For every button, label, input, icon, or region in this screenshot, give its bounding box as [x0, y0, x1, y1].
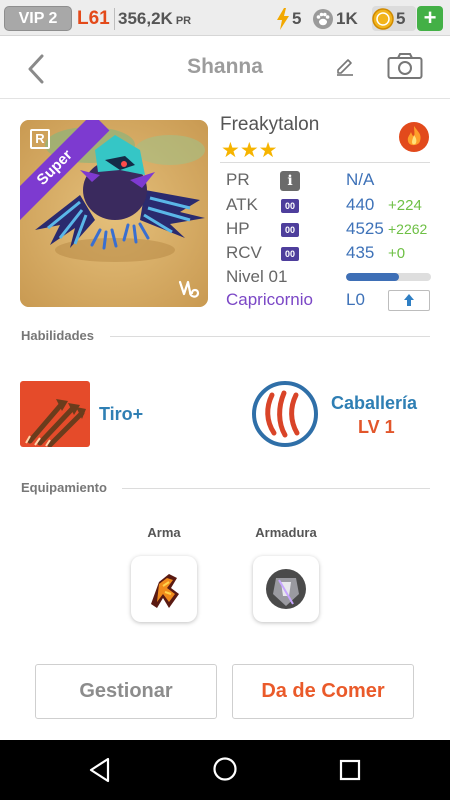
stat-label: HP [226, 219, 250, 238]
power-rating-value: 356,2K [118, 9, 173, 28]
info-icon[interactable]: i [280, 171, 300, 191]
camera-icon[interactable] [387, 52, 423, 80]
weapon-icon [151, 574, 179, 608]
star-rating: ★★★ [221, 139, 278, 162]
zodiac-level: L0 [346, 290, 365, 309]
stat-bonus: +2262 [388, 221, 428, 237]
lightning-icon [277, 7, 289, 30]
skill-level: LV 1 [358, 417, 395, 437]
energy-counter[interactable]: 5 [276, 6, 301, 31]
skill-name[interactable]: Tiro+ [99, 404, 143, 425]
stat-row-pr: PR i N/A [226, 170, 436, 194]
paw-icon [313, 8, 333, 29]
enhance-tag: 00 [281, 223, 299, 237]
arrows-icon[interactable] [20, 381, 90, 447]
nav-back-icon[interactable] [88, 757, 112, 783]
energy-value: 5 [292, 9, 302, 28]
player-level: L61 [77, 8, 110, 29]
claw-icon[interactable] [252, 381, 318, 447]
stat-value: 440 [346, 195, 375, 214]
paw-counter[interactable]: 1K [312, 6, 358, 31]
stat-row-hp: HP 00 4525 +2262 [226, 219, 436, 243]
zodiac-label[interactable]: Capricornio [226, 290, 313, 310]
upload-arrow-icon [404, 294, 414, 306]
level-progress-fill [346, 273, 399, 281]
power-rating-unit: PR [175, 15, 192, 27]
divider [122, 488, 430, 489]
fire-icon [399, 122, 429, 152]
stat-value: N/A [346, 170, 375, 189]
resource-bar: VIP 2 L61 356,2K PR 5 1K 5 + [0, 0, 450, 36]
page-header: Shanna [0, 37, 450, 99]
stat-label: RCV [226, 243, 262, 262]
stat-value: 435 [346, 243, 375, 262]
divider [114, 8, 115, 30]
equipment-section-title: Equipamiento [21, 480, 107, 495]
pet-portrait[interactable]: R Super [20, 120, 208, 307]
edit-icon[interactable] [335, 57, 355, 77]
stat-row-rcv: RCV 00 435 +0 [226, 243, 436, 267]
stat-label: PR [226, 170, 250, 189]
level-progress-bar [346, 273, 431, 281]
enhance-tag: 00 [281, 247, 299, 261]
stat-bonus: +0 [388, 245, 406, 262]
power-rating: 356,2K PR [118, 6, 191, 34]
zodiac-upgrade-button[interactable] [388, 290, 430, 311]
capricorn-icon [178, 280, 200, 298]
stat-row-atk: ATK 00 440 +224 [226, 195, 436, 219]
divider [220, 162, 430, 163]
stat-value: 4525 [346, 219, 384, 238]
vip-badge[interactable]: VIP 2 [4, 6, 72, 31]
stat-bonus: +224 [388, 197, 422, 214]
add-coins-button[interactable]: + [417, 6, 443, 31]
armor-label: Armadura [255, 525, 317, 540]
enhance-tag: 00 [281, 199, 299, 213]
skill-name[interactable]: Caballería [331, 393, 417, 414]
weapon-label: Arma [147, 525, 181, 540]
coin-value: 5 [396, 9, 406, 28]
paw-value: 1K [336, 9, 358, 28]
level-label: Nivel 01 [226, 267, 288, 286]
nav-home-icon[interactable] [212, 756, 238, 782]
divider [110, 336, 430, 337]
page-title: Shanna [187, 55, 263, 78]
pet-name: Freakytalon [220, 114, 320, 135]
manage-button[interactable]: Gestionar [35, 664, 217, 719]
armor-slot[interactable] [253, 556, 319, 622]
nav-recent-apps-icon[interactable] [339, 759, 361, 781]
coin-icon [372, 7, 394, 30]
system-navigation-bar [0, 740, 450, 800]
feed-button[interactable]: Da de Comer [232, 664, 414, 719]
weapon-slot[interactable] [131, 556, 197, 622]
skills-section-title: Habilidades [21, 328, 94, 343]
stat-label: ATK [226, 195, 258, 214]
rarity-badge: R [30, 129, 50, 149]
coin-counter[interactable]: 5 [372, 6, 405, 31]
armor-icon [266, 569, 306, 609]
